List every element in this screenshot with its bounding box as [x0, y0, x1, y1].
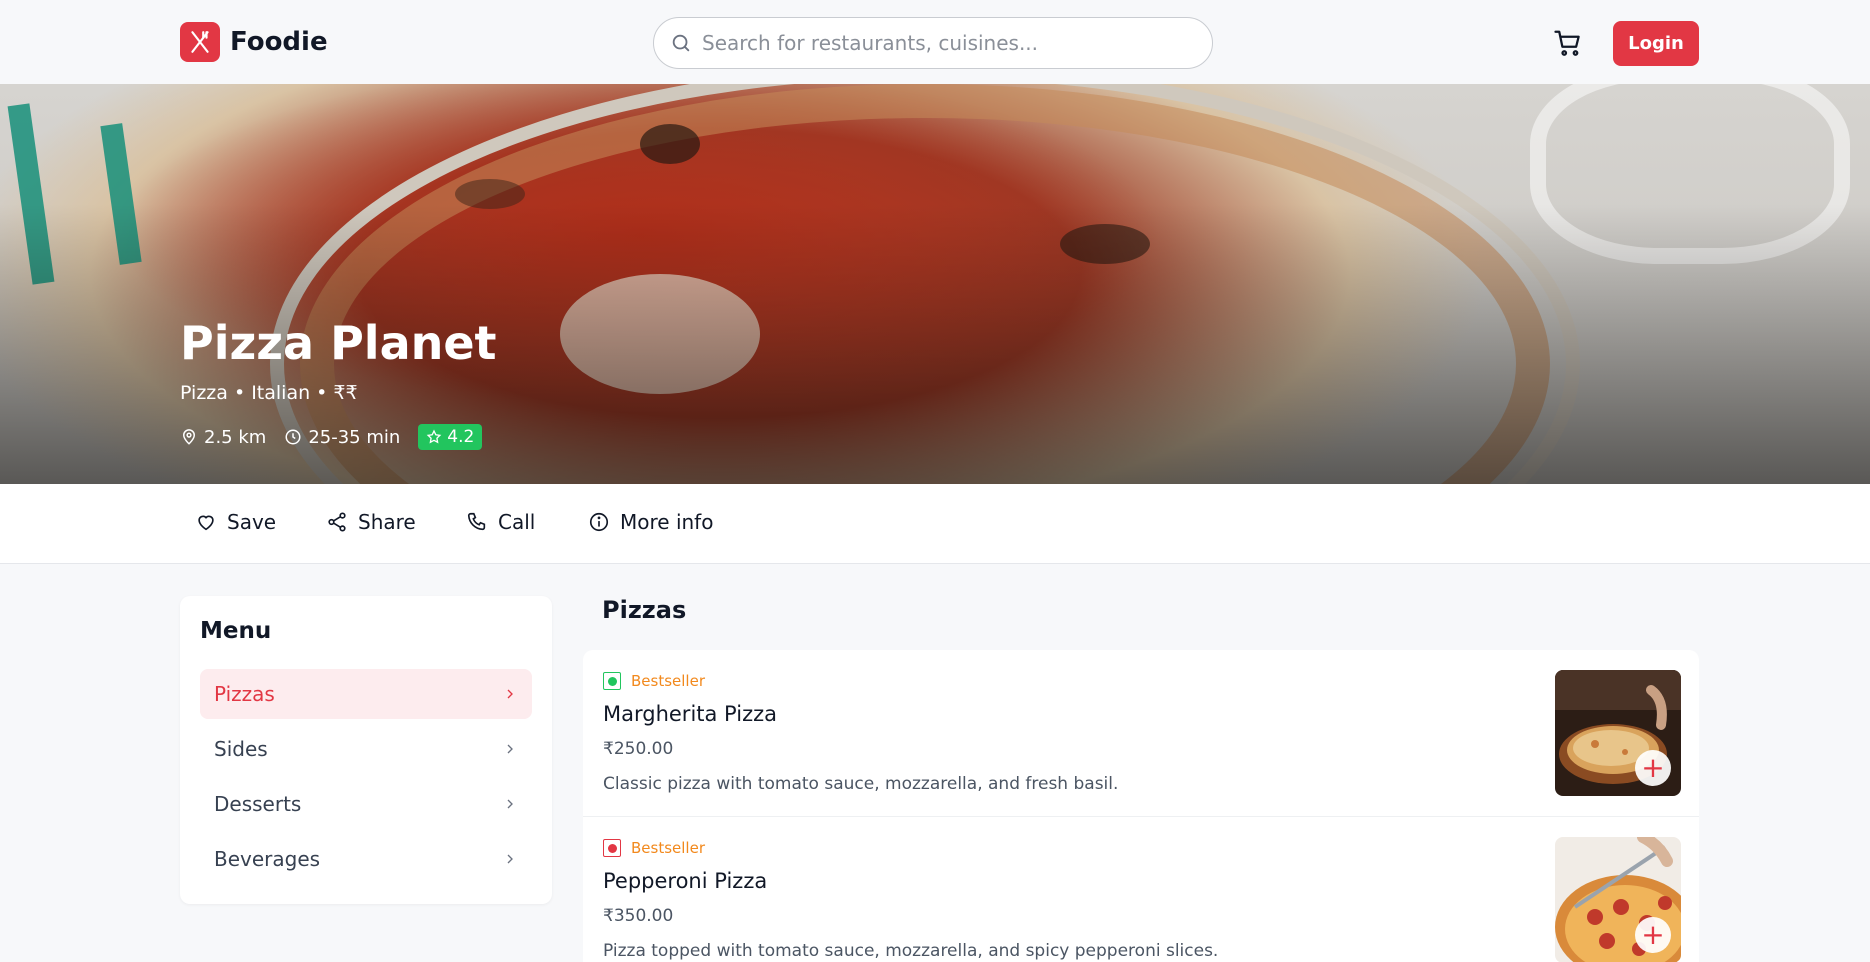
sidebar-item-beverages[interactable]: Beverages [200, 834, 532, 884]
veg-icon [603, 672, 621, 690]
more-info-label: More info [620, 510, 714, 534]
sidebar-item-label: Sides [214, 737, 268, 761]
item-image: + [1555, 837, 1681, 962]
menu-item-card: Bestseller Margherita Pizza ₹250.00 Clas… [583, 650, 1699, 816]
chevron-right-icon [507, 854, 513, 864]
chevron-right-icon [507, 799, 513, 809]
utensils-icon [180, 22, 220, 62]
sidebar-item-label: Beverages [214, 847, 321, 871]
distance-text: 2.5 km [204, 426, 267, 448]
search-icon [672, 34, 690, 52]
brand-logo[interactable]: Foodie [180, 22, 328, 62]
sidebar-item-sides[interactable]: Sides [200, 724, 532, 774]
restaurant-name: Pizza Planet [180, 316, 497, 370]
star-icon [426, 429, 442, 444]
sidebar-item-label: Desserts [214, 792, 302, 816]
sidebar-item-label: Pizzas [214, 682, 275, 706]
sidebar-title: Menu [200, 618, 272, 644]
action-bar: Save Share Call More info [0, 484, 1870, 564]
share-button[interactable]: Share [326, 510, 416, 534]
brand-name: Foodie [230, 27, 328, 57]
rating-badge: 4.2 [418, 424, 483, 450]
share-label: Share [358, 510, 416, 534]
chevron-right-icon [507, 744, 513, 754]
restaurant-hero: Pizza Planet Pizza • Italian • ₹₹ 2.5 km… [0, 84, 1870, 484]
menu-sidebar: Menu Pizzas Sides Desserts Beverages [180, 596, 552, 904]
chevron-right-icon [507, 689, 513, 699]
search-bar[interactable] [653, 17, 1213, 69]
save-label: Save [227, 510, 277, 534]
cart-icon[interactable] [1553, 28, 1583, 58]
distance-info: 2.5 km [180, 427, 266, 448]
item-price: ₹250.00 [603, 739, 674, 759]
top-header: Foodie Login [0, 0, 1870, 84]
login-button[interactable]: Login [1613, 21, 1699, 66]
non-veg-icon [603, 839, 621, 857]
item-name: Margherita Pizza [603, 702, 778, 726]
delivery-time-info: 25-35 min [284, 427, 400, 448]
restaurant-tags: Pizza • Italian • ₹₹ [180, 382, 358, 404]
item-description: Pizza topped with tomato sauce, mozzarel… [603, 941, 1219, 961]
section-title: Pizzas [602, 596, 687, 624]
item-description: Classic pizza with tomato sauce, mozzare… [603, 774, 1119, 794]
add-to-cart-button[interactable]: + [1635, 917, 1671, 953]
item-name: Pepperoni Pizza [603, 869, 768, 893]
call-button[interactable]: Call [466, 510, 535, 534]
clock-icon [285, 429, 301, 445]
save-button[interactable]: Save [195, 510, 276, 534]
delivery-time-text: 25-35 min [308, 426, 401, 448]
sidebar-item-pizzas[interactable]: Pizzas [200, 669, 532, 719]
more-info-button[interactable]: More info [588, 510, 713, 534]
bestseller-badge: Bestseller [631, 839, 705, 857]
item-price: ₹350.00 [603, 906, 674, 926]
rating-value: 4.2 [447, 427, 475, 447]
heart-icon [198, 515, 214, 531]
add-to-cart-button[interactable]: + [1635, 750, 1671, 786]
share-icon [328, 512, 346, 532]
location-pin-icon [182, 429, 196, 445]
restaurant-meta: 2.5 km 25-35 min 4.2 [180, 424, 483, 450]
sidebar-item-desserts[interactable]: Desserts [200, 779, 532, 829]
item-image: + [1555, 670, 1681, 796]
call-label: Call [498, 510, 536, 534]
menu-item-card: Bestseller Pepperoni Pizza ₹350.00 Pizza… [583, 817, 1699, 962]
phone-icon [467, 512, 486, 531]
bestseller-badge: Bestseller [631, 672, 705, 690]
info-icon [589, 512, 609, 532]
search-input[interactable] [702, 31, 1182, 55]
